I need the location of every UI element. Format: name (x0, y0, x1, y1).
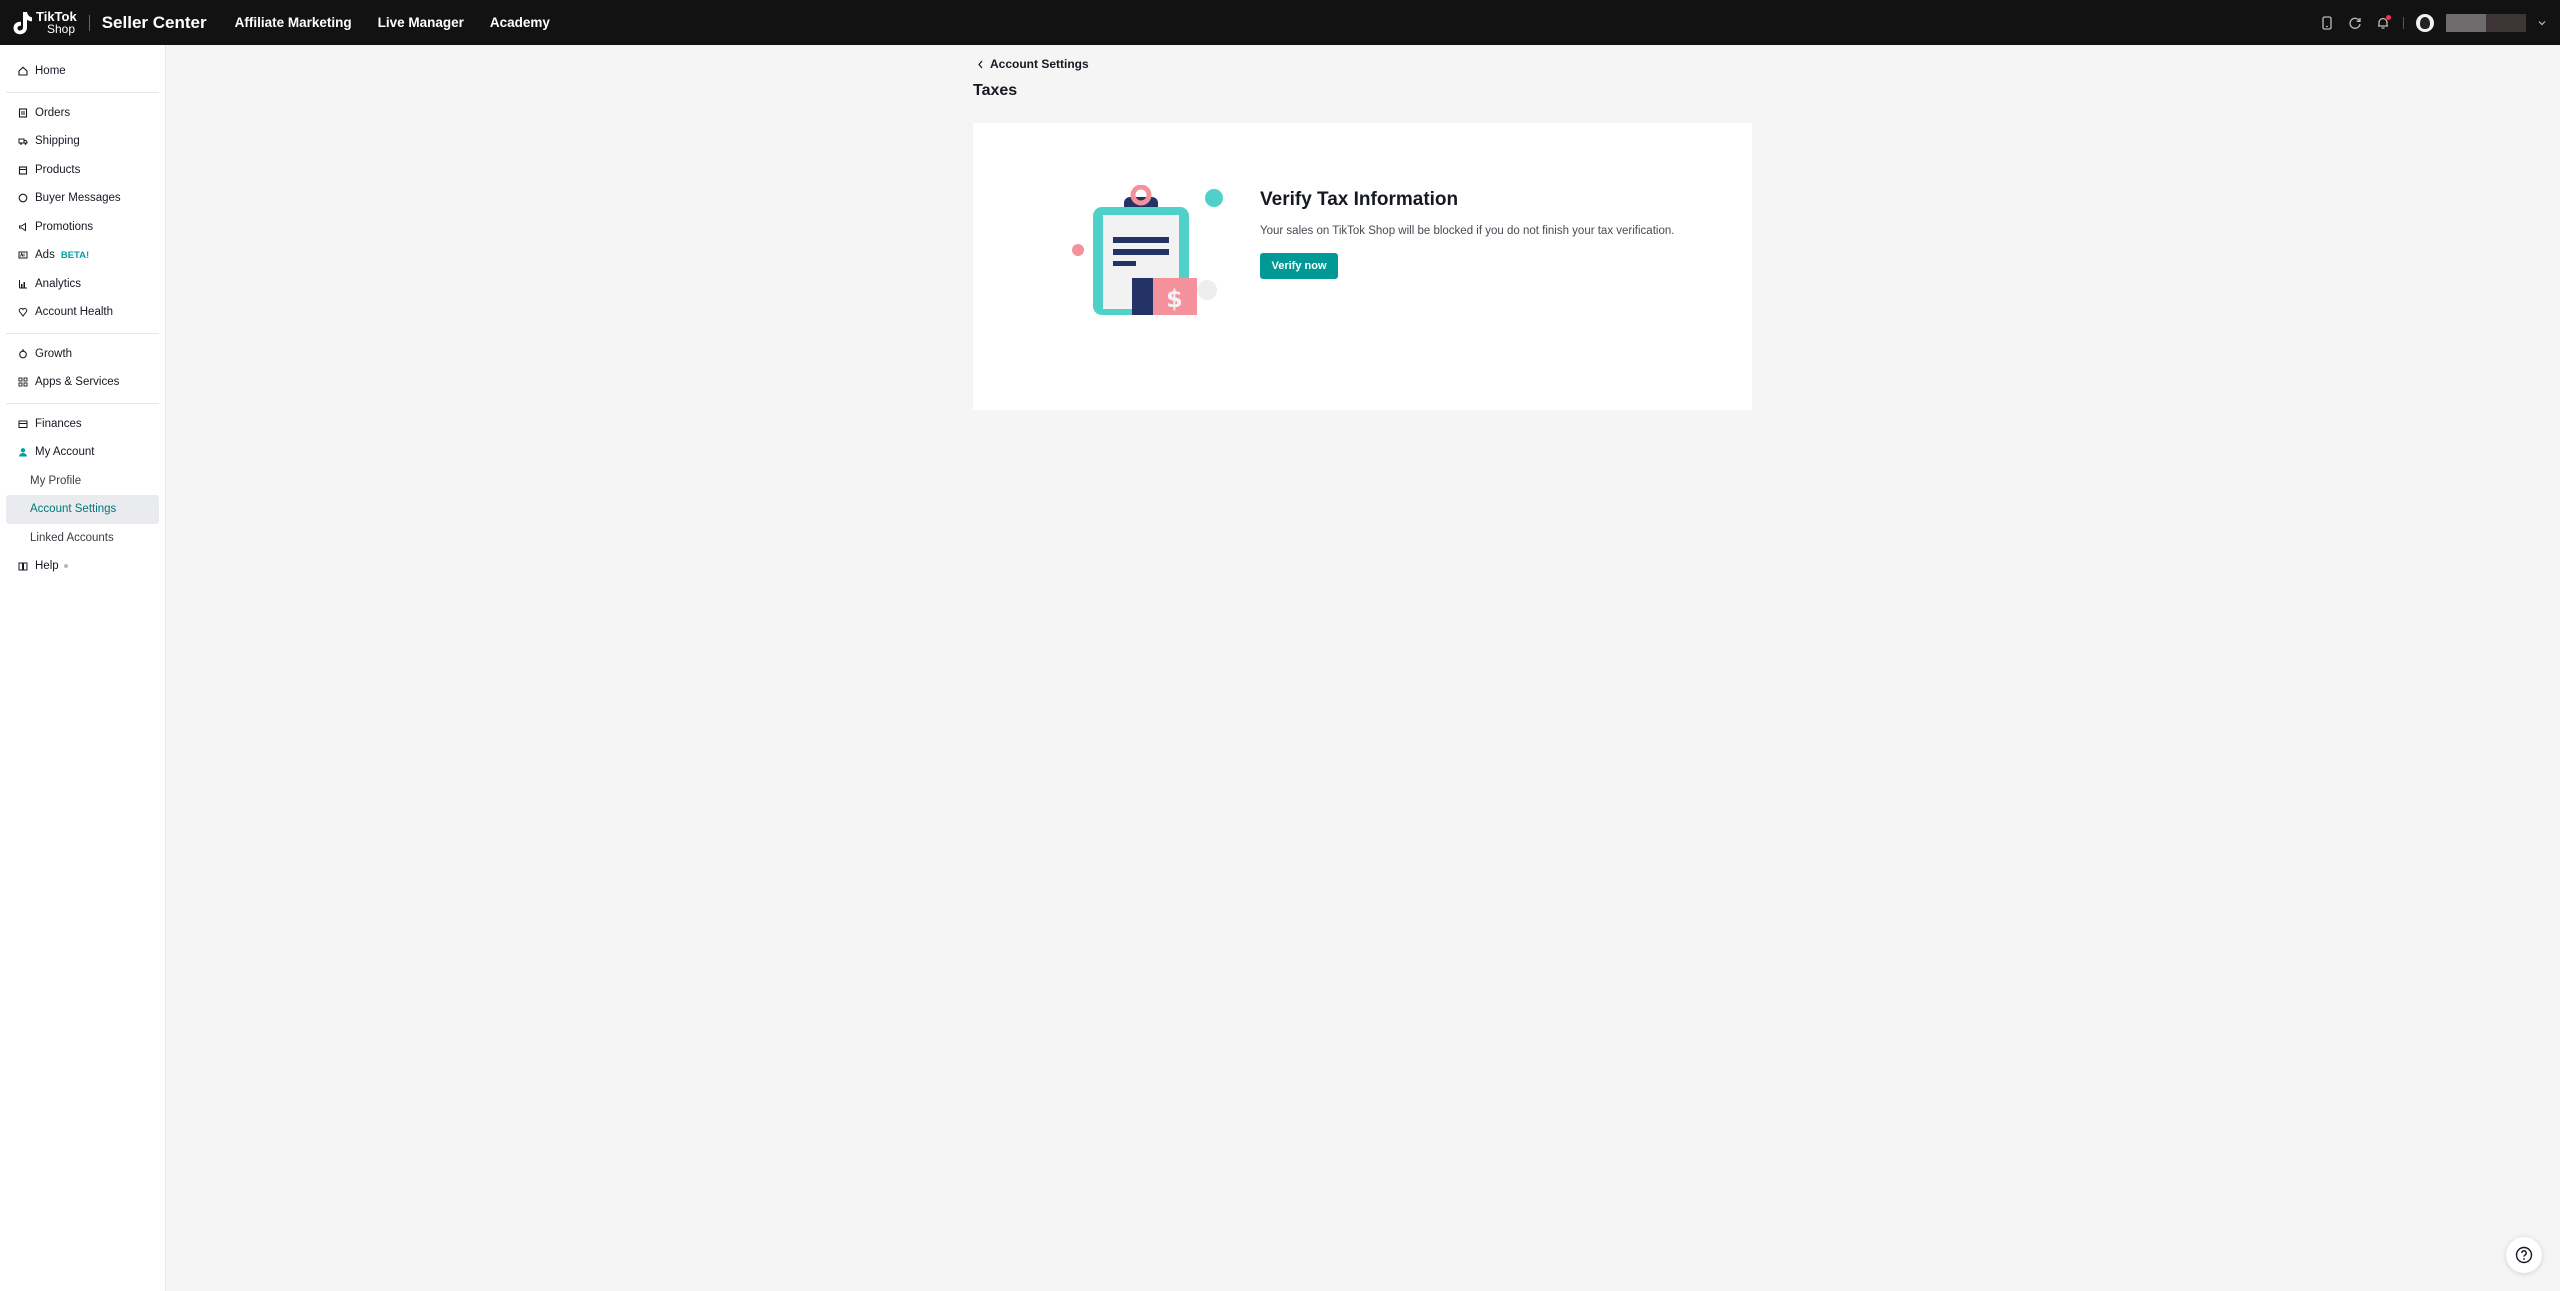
analytics-icon (18, 279, 28, 289)
ads-icon (18, 250, 28, 260)
health-icon (18, 307, 28, 318)
verify-now-button[interactable]: Verify now (1260, 253, 1338, 279)
sidebar-divider (6, 332, 159, 334)
user-icon (18, 447, 28, 457)
shipping-icon (18, 136, 28, 146)
sidebar-item-products[interactable]: Products (6, 156, 159, 185)
message-icon (18, 193, 28, 203)
sidebar-item-growth[interactable]: Growth (6, 340, 159, 369)
sidebar-item-my-account[interactable]: My Account (6, 438, 159, 467)
sidebar-item-finances[interactable]: Finances (6, 410, 159, 439)
sidebar: Home Orders Shipping Products Buyer Mess… (0, 45, 166, 1291)
sidebar-item-apps-services[interactable]: Apps & Services (6, 368, 159, 397)
question-icon (2515, 1246, 2533, 1264)
avatar[interactable] (2416, 13, 2434, 32)
sidebar-item-label: Apps & Services (35, 376, 120, 389)
sidebar-item-my-profile[interactable]: My Profile (6, 467, 159, 496)
sidebar-item-label: My Account (35, 446, 95, 459)
sidebar-item-label: Help (35, 560, 59, 573)
top-divider (2403, 16, 2404, 29)
sidebar-item-label: Linked Accounts (30, 531, 114, 544)
sidebar-item-ads[interactable]: Ads BETA! (6, 241, 159, 270)
sidebar-item-help[interactable]: Help (6, 552, 159, 581)
sidebar-item-label: Growth (35, 347, 73, 360)
brand-line2: Shop (47, 21, 76, 36)
help-indicator-dot (63, 564, 68, 569)
sidebar-divider (6, 91, 159, 93)
sidebar-item-linked-accounts[interactable]: Linked Accounts (6, 524, 159, 553)
verify-content: Verify Tax Information Your sales on Tik… (1260, 189, 1674, 279)
home-icon (18, 66, 28, 76)
sidebar-item-label: Account Health (35, 306, 113, 319)
refresh-icon[interactable] (2347, 15, 2363, 31)
finances-icon (18, 419, 28, 429)
brand-divider (88, 14, 90, 31)
sidebar-item-account-settings[interactable]: Account Settings (6, 495, 159, 524)
main-content: Account Settings Taxes $ Verify Tax Info… (167, 45, 2560, 1291)
top-right-tools (2319, 0, 2546, 45)
bell-icon[interactable] (2375, 14, 2391, 31)
beta-badge: BETA! (60, 249, 90, 261)
sidebar-item-label: Orders (35, 106, 71, 119)
sidebar-item-label: My Profile (30, 474, 82, 487)
sidebar-item-label: Account Settings (30, 503, 117, 516)
brand-line1: TikTok (36, 8, 77, 24)
help-book-icon (18, 561, 28, 571)
nav-affiliate-marketing[interactable]: Affiliate Marketing (235, 15, 352, 30)
sidebar-item-home[interactable]: Home (6, 57, 159, 86)
tax-verification-card: $ Verify Tax Information Your sales on T… (973, 123, 1752, 410)
sidebar-item-account-health[interactable]: Account Health (6, 298, 159, 327)
products-icon (18, 165, 28, 175)
notification-dot (2386, 14, 2391, 20)
app-title: Seller Center (101, 12, 207, 32)
orders-icon (18, 108, 28, 118)
sidebar-item-label: Ads (35, 249, 55, 262)
sidebar-item-analytics[interactable]: Analytics (6, 270, 159, 299)
breadcrumb-account-settings[interactable]: Account Settings (990, 57, 1089, 71)
chevron-down-icon[interactable] (2538, 19, 2546, 27)
sidebar-item-label: Analytics (35, 277, 82, 290)
brand[interactable]: TikTok Shop Seller Center (12, 10, 207, 36)
sidebar-item-label: Finances (35, 417, 82, 430)
sidebar-item-label: Shipping (35, 135, 80, 148)
breadcrumb[interactable]: Account Settings (977, 57, 1089, 71)
help-floating-button[interactable] (2506, 1237, 2542, 1273)
page-title: Taxes (973, 82, 1018, 99)
sidebar-item-label: Buyer Messages (35, 192, 121, 205)
mobile-icon[interactable] (2319, 15, 2335, 31)
top-bar: TikTok Shop Seller Center Affiliate Mark… (0, 0, 2560, 45)
nav-academy[interactable]: Academy (490, 15, 550, 30)
sidebar-divider (6, 402, 159, 404)
sidebar-item-label: Products (35, 163, 81, 176)
sidebar-item-label: Home (35, 65, 66, 78)
verify-title: Verify Tax Information (1260, 189, 1459, 210)
chevron-left-icon[interactable] (977, 60, 984, 69)
account-name-redacted[interactable] (2446, 13, 2526, 32)
megaphone-icon (18, 222, 28, 232)
sidebar-item-label: Promotions (35, 220, 94, 233)
verify-description: Your sales on TikTok Shop will be blocke… (1260, 225, 1675, 237)
svg-text:$: $ (1166, 285, 1183, 313)
tiktok-logo-icon (13, 11, 32, 34)
nav-live-manager[interactable]: Live Manager (378, 15, 464, 30)
sidebar-item-shipping[interactable]: Shipping (6, 127, 159, 156)
top-nav: Affiliate Marketing Live Manager Academy (235, 15, 550, 30)
apps-icon (18, 377, 28, 387)
growth-icon (18, 349, 28, 359)
tax-clipboard-illustration: $ (1072, 185, 1223, 315)
sidebar-item-promotions[interactable]: Promotions (6, 213, 159, 242)
sidebar-item-orders[interactable]: Orders (6, 99, 159, 128)
sidebar-item-buyer-messages[interactable]: Buyer Messages (6, 184, 159, 213)
